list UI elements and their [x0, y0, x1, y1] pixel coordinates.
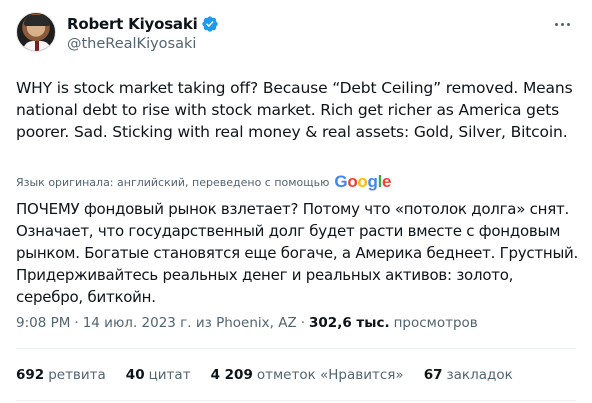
more-options-icon[interactable]	[552, 14, 572, 34]
stat-label: цитат	[148, 367, 191, 383]
author-handle[interactable]: @theRealKiyosaki	[67, 36, 219, 52]
google-logo-letter: g	[367, 172, 378, 191]
engagement-stats: 692 ретвита 40 цитат 4 209 отметок «Нравитс…	[16, 367, 533, 383]
stat-label: отметок «Нравится»	[256, 367, 404, 383]
stat-retweets[interactable]: 692 ретвита	[16, 367, 106, 383]
stat-count: 692	[16, 367, 45, 383]
stat-label: ретвита	[48, 367, 106, 383]
views-label: просмотров	[393, 315, 478, 331]
google-logo-letter: o	[347, 172, 358, 191]
divider	[16, 348, 576, 349]
more-dot	[554, 22, 558, 26]
avatar-hat-shape	[24, 15, 50, 26]
tweet-time[interactable]: 9:08 PM	[16, 315, 70, 331]
google-logo: Google	[334, 172, 391, 192]
divider	[16, 400, 576, 401]
views-count: 302,6 тыс.	[309, 315, 390, 331]
stat-count: 40	[125, 367, 145, 383]
more-dot	[560, 22, 564, 26]
tweet-meta: 9:08 PM · 14 июл. 2023 г. из Phoenix, AZ…	[16, 315, 478, 331]
verified-badge-icon[interactable]	[201, 15, 219, 33]
avatar-tie-shape	[35, 41, 39, 51]
stat-count: 67	[423, 367, 443, 383]
more-dot	[566, 22, 570, 26]
tweet-header: Robert Kiyosaki @theRealKiyosaki	[16, 12, 576, 60]
author-avatar[interactable]	[16, 12, 56, 52]
tweet-date-location[interactable]: 14 июл. 2023 г. из Phoenix, AZ	[83, 315, 297, 331]
google-logo-letter: G	[334, 172, 348, 191]
stat-bookmarks[interactable]: 67 закладок	[424, 367, 513, 383]
meta-separator: ·	[74, 315, 79, 331]
google-logo-letter: o	[357, 172, 368, 191]
stat-quotes[interactable]: 40 цитат	[126, 367, 191, 383]
stat-likes[interactable]: 4 209 отметок «Нравится»	[211, 367, 404, 383]
display-name-row: Robert Kiyosaki	[67, 15, 219, 33]
author-names: Robert Kiyosaki @theRealKiyosaki	[67, 15, 219, 52]
stat-label: закладок	[446, 367, 513, 383]
stat-count: 4 209	[210, 367, 253, 383]
translation-attribution: Язык оригинала: английский, переведено с…	[16, 172, 392, 192]
tweet-text: WHY is stock market taking off? Because …	[16, 79, 573, 141]
google-logo-letter: e	[382, 172, 392, 191]
translation-note: Язык оригинала: английский, переведено с…	[16, 175, 330, 189]
translated-tweet-text: ПОЧЕМУ фондовый рынок взлетает? Потому ч…	[16, 200, 579, 306]
author-display-name[interactable]: Robert Kiyosaki	[67, 15, 198, 33]
meta-separator: ·	[300, 315, 306, 331]
